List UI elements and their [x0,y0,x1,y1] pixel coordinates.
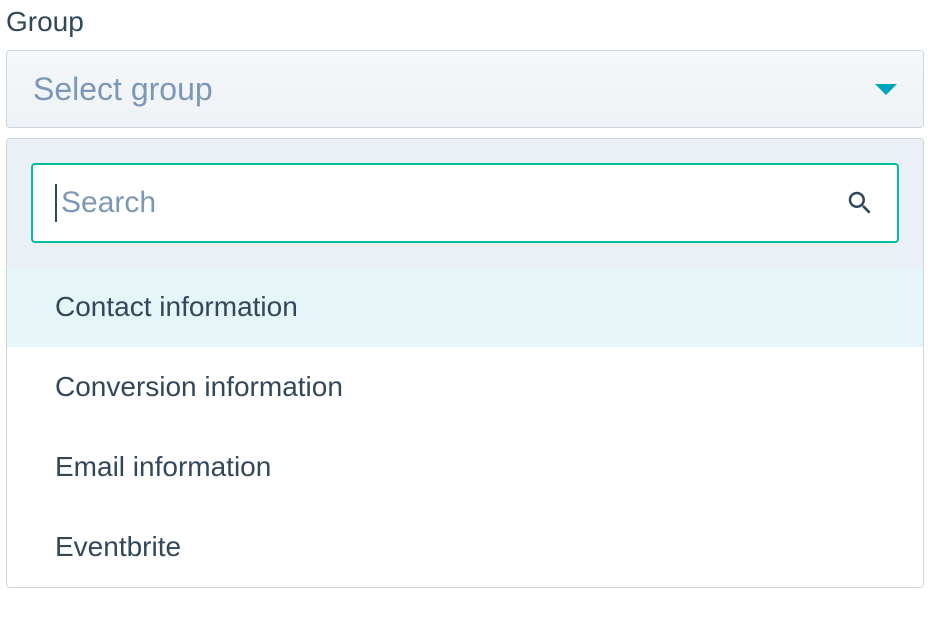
group-field-container: Group Select group Contact information C… [6,6,924,588]
dropdown-option-contact-information[interactable]: Contact information [7,267,923,347]
dropdown-option-conversion-information[interactable]: Conversion information [7,347,923,427]
search-box[interactable] [31,163,899,243]
dropdown-option-eventbrite[interactable]: Eventbrite [7,507,923,587]
dropdown-option-label: Email information [55,451,271,483]
field-label: Group [6,6,924,38]
dropdown-option-label: Contact information [55,291,298,323]
text-cursor [55,184,57,222]
dropdown-option-email-information[interactable]: Email information [7,427,923,507]
search-icon [845,188,875,218]
dropdown-list: Contact information Conversion informati… [7,267,923,587]
select-placeholder: Select group [33,71,213,108]
group-select-trigger[interactable]: Select group [6,50,924,128]
dropdown-option-label: Conversion information [55,371,343,403]
chevron-down-icon [875,84,897,95]
dropdown-option-label: Eventbrite [55,531,181,563]
dropdown-panel: Contact information Conversion informati… [6,138,924,588]
dropdown-search-wrapper [7,139,923,267]
search-input[interactable] [61,186,845,220]
